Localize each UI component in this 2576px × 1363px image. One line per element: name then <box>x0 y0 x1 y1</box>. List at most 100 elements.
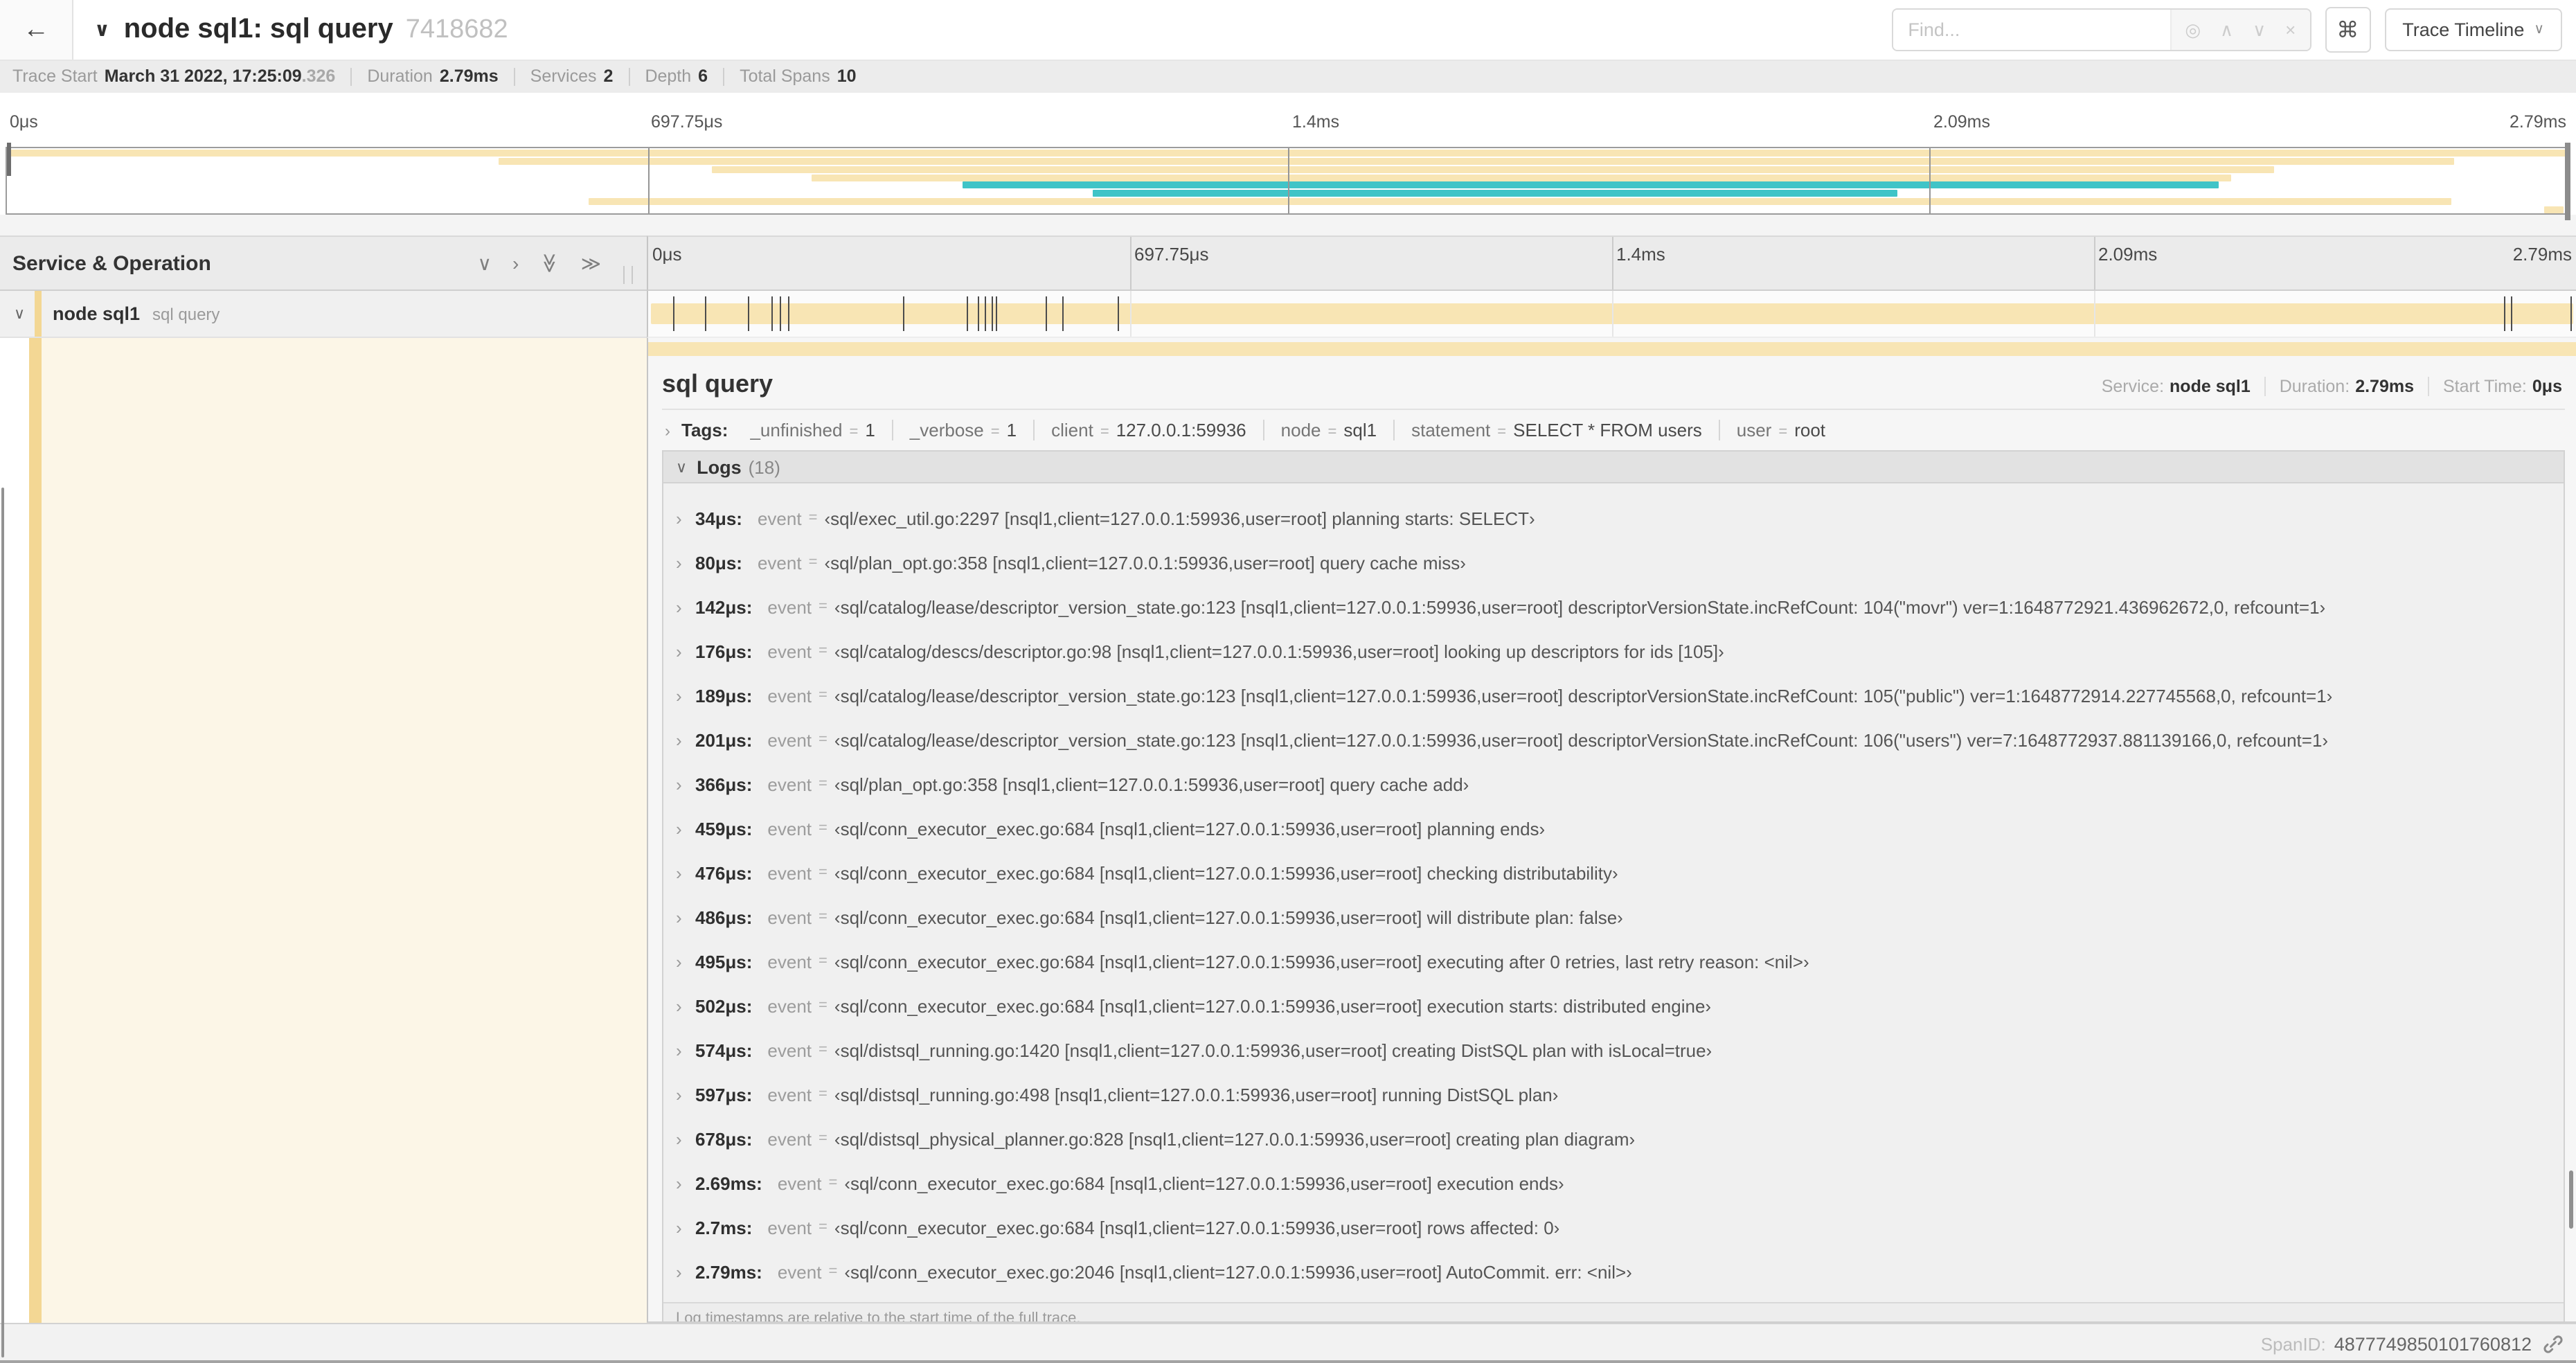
log-marker-tick <box>1062 296 1064 331</box>
log-equals: = <box>819 731 828 748</box>
log-field-value: ‹sql/catalog/lease/descriptor_version_st… <box>834 729 2329 750</box>
detail-operation-title: sql query <box>662 370 773 398</box>
span-expander-icon[interactable]: ∨ <box>14 305 25 323</box>
find-prev-icon[interactable]: ∧ <box>2220 21 2233 39</box>
detail-left-fill <box>42 338 647 1323</box>
keyboard-shortcuts-button[interactable]: ⌘ <box>2325 7 2371 53</box>
ruler-tick-label: 0μs <box>10 112 38 132</box>
column-resizer-grip[interactable] <box>623 266 633 284</box>
log-row[interactable]: › 2.69ms: event = ‹sql/conn_executor_exec.go… <box>663 1161 2564 1205</box>
tag-equals: = <box>1778 424 1788 440</box>
log-row[interactable]: › 366μs: event = ‹sql/plan_opt.go:358 [nsql1… <box>663 762 2564 806</box>
log-row[interactable]: › 2.7ms: event = ‹sql/conn_executor_exec.go:… <box>663 1205 2564 1249</box>
tag-equals: = <box>1327 424 1337 440</box>
minimap-left-scrubber[interactable] <box>7 143 11 176</box>
spanid-value: 4877749850101760812 <box>2334 1333 2532 1354</box>
find-input[interactable] <box>1893 10 2170 50</box>
detail-meta-label: Duration: <box>2279 377 2350 396</box>
log-row[interactable]: › 201μs: event = ‹sql/catalog/lease/descript… <box>663 718 2564 762</box>
log-equals: = <box>819 687 828 704</box>
tag-key: _verbose <box>909 420 984 440</box>
tag-equals: = <box>990 424 1000 440</box>
log-row[interactable]: › 678μs: event = ‹sql/distsql_physical_plann… <box>663 1116 2564 1161</box>
tag-item: _unfinished = 1 <box>733 420 893 440</box>
log-field-value: ‹sql/catalog/lease/descriptor_version_st… <box>834 596 2326 617</box>
expand-all-icon[interactable]: ≫ <box>581 253 601 273</box>
log-field-key: event <box>767 774 812 794</box>
trace-info-value: 10 <box>837 66 857 87</box>
span-row-label[interactable]: ∨ node sql1 sql query <box>0 291 647 338</box>
log-marker-tick <box>1046 296 1047 331</box>
span-row-timeline[interactable] <box>647 291 2576 338</box>
chevron-right-icon: › <box>676 995 682 1016</box>
chevron-right-icon: › <box>676 685 682 706</box>
trace-id: 7418682 <box>405 15 508 44</box>
log-row[interactable]: › 476μs: event = ‹sql/conn_executor_exec.go:… <box>663 850 2564 895</box>
chevron-right-icon: › <box>676 1173 682 1193</box>
log-row[interactable]: › 142μs: event = ‹sql/catalog/lease/descript… <box>663 585 2564 629</box>
log-marker-tick <box>2510 296 2512 331</box>
grid-header: Service & Operation ∨ › ≫ ≫ 0μs 697.75μs 1… <box>0 235 2576 291</box>
timeline-minimap[interactable] <box>6 143 2570 220</box>
log-equals: = <box>828 1175 838 1191</box>
service-operation-title: Service & Operation <box>12 251 211 275</box>
collapse-all-icon[interactable]: ≫ <box>539 253 561 273</box>
find-next-icon[interactable]: ∨ <box>2253 21 2266 39</box>
find-clear-icon[interactable]: × <box>2285 21 2296 39</box>
log-row[interactable]: › 495μs: event = ‹sql/conn_executor_exec.go:… <box>663 939 2564 983</box>
trace-info-suffix: .326 <box>301 66 336 87</box>
detail-meta-value: node sql1 <box>2170 377 2251 396</box>
back-button[interactable]: ← <box>0 0 73 60</box>
chevron-right-icon: › <box>676 508 682 528</box>
view-selector-button[interactable]: Trace Timeline ∨ <box>2384 8 2562 51</box>
left-scrollbar-thumb[interactable] <box>1 488 4 1357</box>
logs-accordian: ∨ Logs (18) › 34μs: event = ‹sql/exec_util.g… <box>662 450 2565 1321</box>
tags-label: Tags: <box>681 420 728 440</box>
chevron-right-icon: › <box>676 818 682 839</box>
log-equals: = <box>808 510 818 526</box>
tags-row[interactable]: › Tags: _unfinished = 1 _verbose = 1 client = 12… <box>662 410 2565 450</box>
log-row[interactable]: › 486μs: event = ‹sql/conn_executor_exec.go:… <box>663 895 2564 939</box>
log-row[interactable]: › 597μs: event = ‹sql/distsql_running.go:498… <box>663 1072 2564 1116</box>
span-detail-row: sql query Service: node sql1 Duration: 2.79… <box>0 338 2576 1323</box>
tag-item: client = 127.0.0.1:59936 <box>1035 420 1264 440</box>
find-locate-icon[interactable]: ◎ <box>2185 21 2201 39</box>
log-row[interactable]: › 502μs: event = ‹sql/conn_executor_exec.go:… <box>663 983 2564 1028</box>
minimap-span-bar <box>588 198 2451 206</box>
tag-value: root <box>1794 420 1826 440</box>
log-row[interactable]: › 80μs: event = ‹sql/plan_opt.go:358 [nsql1,… <box>663 540 2564 585</box>
log-row[interactable]: › 176μs: event = ‹sql/catalog/descs/descript… <box>663 629 2564 673</box>
minimap-gridline <box>1929 148 1930 213</box>
ruler-gridline <box>2094 237 2095 289</box>
log-equals: = <box>819 1219 828 1236</box>
log-timestamp: 34μs: <box>695 508 742 528</box>
expand-one-icon[interactable]: › <box>512 253 519 273</box>
log-row[interactable]: › 574μs: event = ‹sql/distsql_running.go:142… <box>663 1028 2564 1072</box>
right-scrollbar-thumb[interactable] <box>2569 1170 2573 1229</box>
back-arrow-icon: ← <box>23 15 49 44</box>
collapse-trace-icon[interactable]: ∨ <box>94 18 110 42</box>
log-row[interactable]: › 34μs: event = ‹sql/exec_util.go:2297 [nsql… <box>663 496 2564 540</box>
log-row[interactable]: › 189μs: event = ‹sql/catalog/lease/descript… <box>663 673 2564 718</box>
detail-meta-item: Service: node sql1 <box>2087 377 2266 396</box>
log-row[interactable]: › 2.79ms: event = ‹sql/conn_executor_exec.go… <box>663 1249 2564 1294</box>
timeline-minimap-section: 0μs 697.75μs 1.4ms 2.09ms 2.79ms <box>0 93 2576 235</box>
log-equals: = <box>828 1263 838 1280</box>
log-timestamp: 2.7ms: <box>695 1217 753 1238</box>
log-field-value: ‹sql/conn_executor_exec.go:684 [nsql1,cl… <box>834 951 1809 972</box>
log-timestamp: 189μs: <box>695 685 753 706</box>
tag-key: node <box>1280 420 1321 440</box>
log-row[interactable]: › 459μs: event = ‹sql/conn_executor_exec.go:… <box>663 806 2564 850</box>
logs-count: (18) <box>748 456 780 477</box>
minimap-right-scrubber[interactable] <box>2565 143 2570 220</box>
ruler-tick-label: 2.79ms <box>2510 112 2566 132</box>
log-timestamp: 2.69ms: <box>695 1173 762 1193</box>
trace-info-item: Services 2 <box>515 68 630 86</box>
logs-header[interactable]: ∨ Logs (18) <box>663 452 2564 483</box>
deep-link-icon[interactable] <box>2543 1333 2564 1354</box>
log-field-key: event <box>767 995 812 1016</box>
chevron-down-icon: ∨ <box>2534 22 2544 37</box>
collapse-one-icon[interactable]: ∨ <box>478 253 492 273</box>
chevron-right-icon: › <box>676 596 682 617</box>
log-field-key: event <box>767 818 812 839</box>
